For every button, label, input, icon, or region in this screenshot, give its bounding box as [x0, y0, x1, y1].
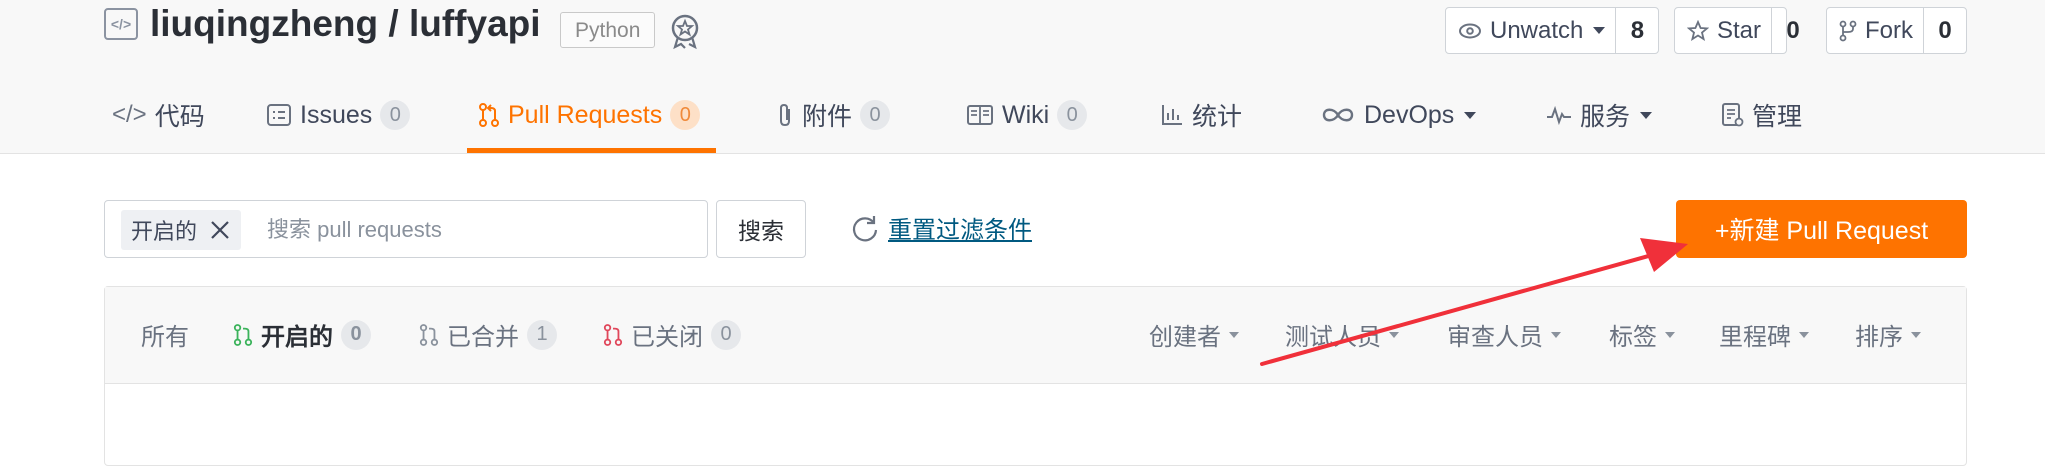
fork-label: Fork [1865, 16, 1913, 44]
fork-count[interactable]: 0 [1924, 8, 1966, 53]
star-label: Star [1717, 16, 1762, 44]
search-button[interactable]: 搜索 [716, 200, 806, 258]
chevron-down-icon [1593, 27, 1606, 34]
filter-closed[interactable]: 已关闭 0 [603, 317, 741, 352]
watch-button-group[interactable]: Unwatch 8 [1445, 7, 1659, 54]
filter-chip-open: 开启的 [121, 210, 242, 250]
pr-merged-icon [419, 323, 439, 346]
tab-wiki[interactable]: Wiki 0 [966, 90, 1088, 140]
dropdown-author[interactable]: 创建者 [1149, 317, 1239, 352]
search-input[interactable] [265, 209, 699, 251]
repo-title: liuqingzheng / luffyapi [150, 3, 541, 44]
attachments-count: 0 [860, 100, 891, 130]
issues-count: 0 [380, 100, 411, 130]
dropdown-labels[interactable]: 标签 [1609, 317, 1675, 352]
attachment-icon [780, 103, 790, 127]
star-icon [1687, 19, 1709, 41]
eye-icon [1459, 23, 1481, 38]
chevron-down-icon [1799, 331, 1809, 338]
repo-name-link[interactable]: luffyapi [409, 3, 541, 44]
tab-attachments[interactable]: 附件 0 [776, 90, 891, 140]
dropdown-reviewer[interactable]: 审查人员 [1447, 317, 1561, 352]
filter-all[interactable]: 所有 [141, 317, 189, 352]
fork-button-group[interactable]: Fork 0 [1826, 7, 1967, 54]
dropdown-tester[interactable]: 测试人员 [1285, 317, 1399, 352]
closed-count: 0 [711, 319, 741, 350]
devops-icon [1322, 108, 1354, 122]
tab-stats[interactable]: 统计 [1160, 90, 1242, 140]
new-pull-request-button[interactable]: +新建 Pull Request [1676, 200, 1967, 258]
tab-manage[interactable]: 管理 [1720, 90, 1802, 140]
star-button[interactable]: Star [1675, 8, 1773, 53]
filter-open[interactable]: 开启的 0 [233, 317, 371, 352]
fork-button[interactable]: Fork [1827, 8, 1924, 53]
pr-closed-icon [603, 323, 623, 346]
unwatch-button[interactable]: Unwatch [1446, 8, 1617, 53]
manage-icon [1722, 103, 1744, 127]
close-icon[interactable] [209, 219, 231, 241]
filter-merged[interactable]: 已合并 1 [419, 317, 557, 352]
search-box: 开启的 [104, 200, 708, 258]
chevron-down-icon [1640, 111, 1653, 119]
code-icon: </> [112, 101, 147, 128]
unwatch-label: Unwatch [1490, 16, 1584, 44]
star-count[interactable]: 0 [1772, 8, 1814, 53]
dropdown-milestone[interactable]: 里程碑 [1719, 317, 1809, 352]
merged-count: 1 [527, 319, 557, 350]
active-tab-indicator [467, 148, 716, 153]
pull-request-list: 所有 开启的 0 已合并 1 已关闭 0 创建者 测试人员 审查人员 标签 里程… [104, 286, 1967, 466]
refresh-icon [852, 215, 878, 241]
watch-count[interactable]: 8 [1616, 8, 1658, 53]
chevron-down-icon [1389, 331, 1399, 338]
wiki-icon [967, 105, 993, 125]
star-button-group[interactable]: Star 0 [1674, 7, 1800, 54]
tab-services[interactable]: 服务 [1546, 90, 1653, 140]
award-icon[interactable] [666, 12, 704, 50]
wiki-count: 0 [1057, 100, 1088, 130]
filter-bar: 所有 开启的 0 已合并 1 已关闭 0 创建者 测试人员 审查人员 标签 里程… [105, 287, 1966, 384]
language-tag[interactable]: Python [560, 12, 656, 48]
chevron-down-icon [1229, 331, 1239, 338]
dropdown-sort[interactable]: 排序 [1855, 317, 1921, 352]
fork-icon [1839, 20, 1857, 41]
tab-devops[interactable]: DevOps [1320, 90, 1477, 140]
repo-code-icon: </> [104, 8, 138, 40]
repo-owner-link[interactable]: liuqingzheng [150, 3, 378, 44]
chevron-down-icon [1911, 331, 1921, 338]
chevron-down-icon [1464, 111, 1477, 119]
chevron-down-icon [1665, 331, 1675, 338]
tab-issues[interactable]: Issues 0 [266, 90, 411, 140]
pull-requests-count: 0 [670, 100, 701, 130]
reset-filters-link[interactable]: 重置过滤条件 [850, 210, 1032, 245]
stats-icon [1162, 105, 1182, 125]
tab-pull-requests[interactable]: Pull Requests 0 [478, 90, 701, 140]
open-count: 0 [341, 319, 371, 350]
service-icon [1547, 105, 1571, 125]
tab-code[interactable]: </> 代码 [112, 90, 205, 140]
pull-request-icon [479, 103, 499, 127]
pr-open-icon [233, 323, 253, 346]
issues-icon [267, 104, 291, 126]
chevron-down-icon [1551, 331, 1561, 338]
